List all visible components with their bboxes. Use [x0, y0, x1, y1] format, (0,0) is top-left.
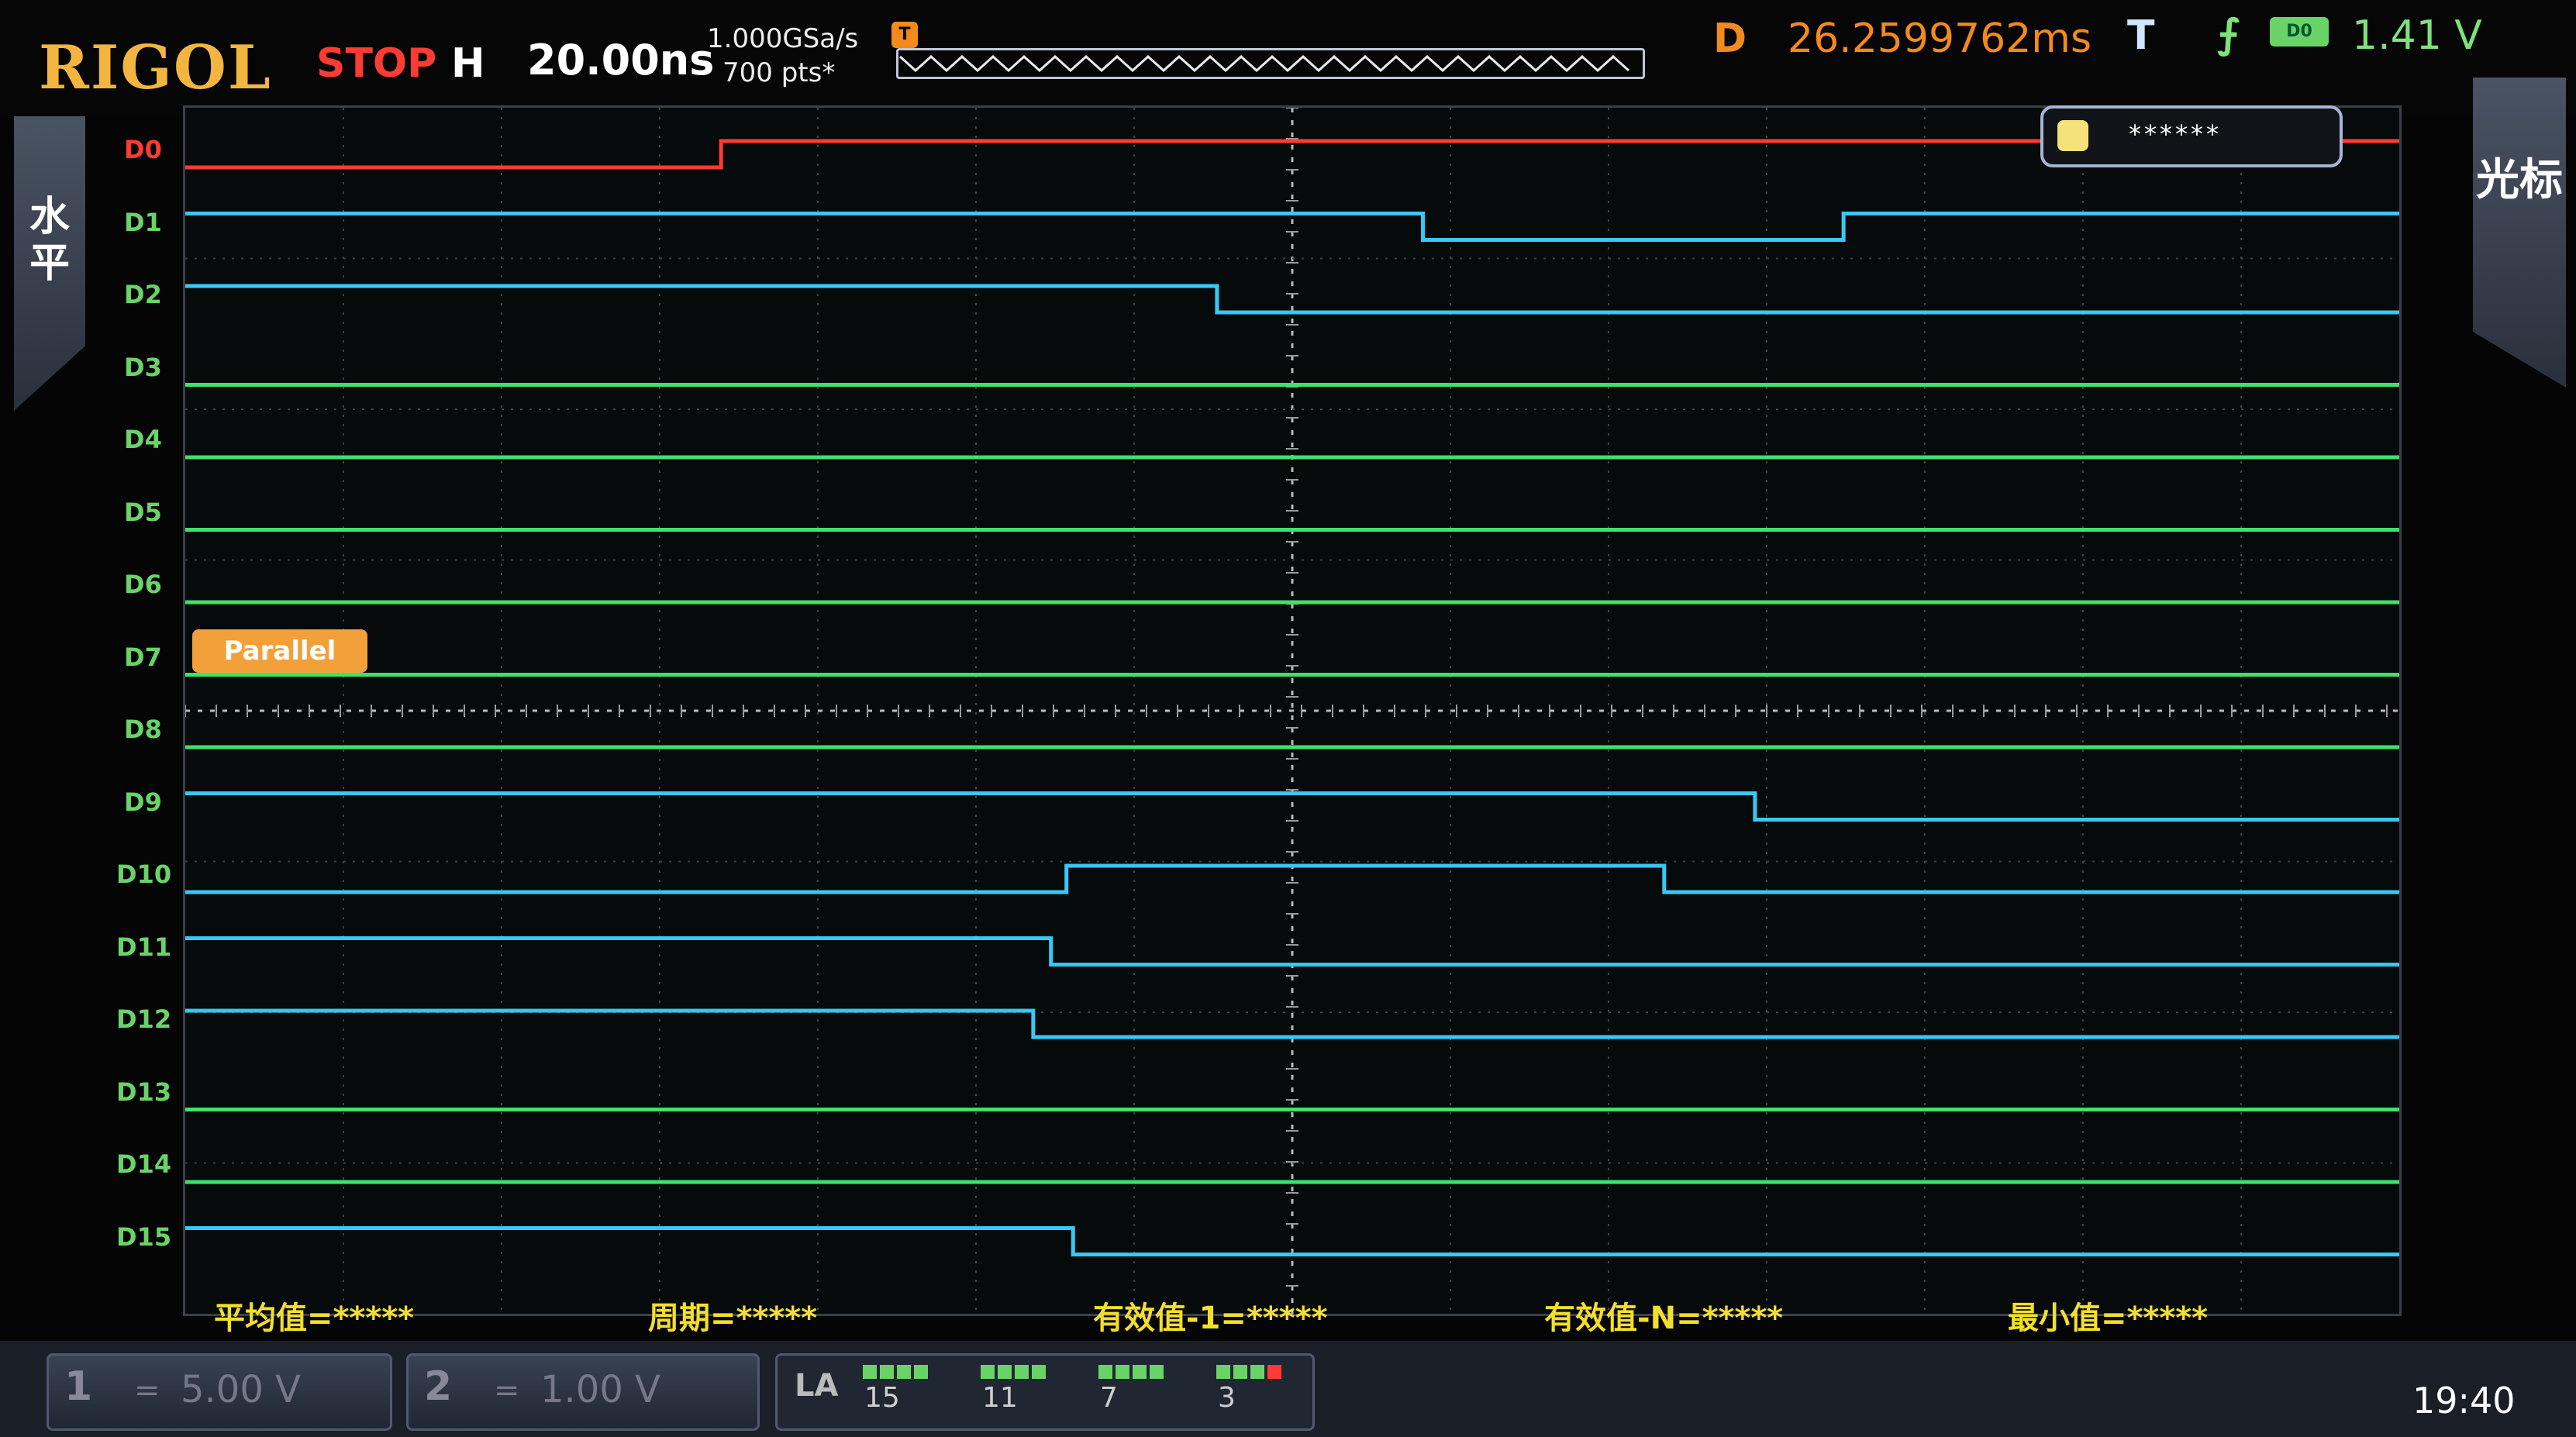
la-group-label-3: 3	[1218, 1382, 1236, 1414]
measurement-minimum[interactable]: 最小值=*****	[2008, 1293, 2208, 1338]
search-icon	[2057, 120, 2088, 151]
trace-D10	[185, 863, 2399, 894]
channel-label-d15: D15	[116, 1222, 172, 1252]
trigger-level[interactable]: 1.41 V	[2352, 12, 2482, 59]
trigger-source[interactable]: D0	[2270, 17, 2329, 47]
memory-waveform-preview	[898, 54, 1630, 73]
channel-label-d14: D14	[116, 1149, 172, 1179]
memory-overview-bar	[896, 48, 1645, 79]
channel-1-coupling: =	[134, 1373, 160, 1408]
channel-2-coupling: =	[494, 1373, 520, 1408]
trigger-label: T	[2127, 12, 2155, 59]
channel-label-d13: D13	[116, 1077, 172, 1107]
channel-label-d8: D8	[124, 715, 162, 744]
horizontal-menu-label: 水平	[29, 194, 70, 287]
trace-D15	[185, 1226, 2399, 1256]
trace-D11	[185, 936, 2399, 967]
trace-D12	[185, 1008, 2399, 1039]
measurement-period[interactable]: 周期=*****	[648, 1293, 817, 1338]
channel-label-d4: D4	[124, 425, 162, 454]
channel-1-box[interactable]: 1 = 5.00 V	[47, 1353, 392, 1431]
logic-analyzer-box[interactable]: LA 15 11 7 3	[775, 1353, 1315, 1431]
channel-2-box[interactable]: 2 = 1.00 V	[406, 1353, 760, 1431]
search-box[interactable]: ******	[2040, 105, 2343, 167]
trace-D1	[185, 212, 2399, 242]
channel-2-scale: 1.00 V	[540, 1368, 660, 1411]
la-group-label-15: 15	[864, 1382, 900, 1414]
measurement-rms-n[interactable]: 有效值-N=*****	[1544, 1293, 1783, 1338]
memory-depth: 700 pts*	[722, 57, 836, 88]
la-group-label-11: 11	[982, 1382, 1018, 1414]
parallel-decode-label[interactable]: Parallel	[192, 629, 367, 673]
channel-label-d0: D0	[124, 135, 162, 164]
waveform-grid[interactable]	[183, 105, 2402, 1316]
channel-label-d7: D7	[124, 642, 162, 672]
delay-value[interactable]: 26.2599762ms	[1788, 16, 2091, 62]
timebase-value[interactable]: 20.00ns	[527, 36, 714, 84]
la-group-label-7: 7	[1100, 1382, 1118, 1414]
run-state[interactable]: STOP	[316, 40, 436, 87]
trigger-position-marker: T	[891, 22, 918, 48]
channel-label-d11: D11	[116, 932, 172, 962]
channel-label-d5: D5	[124, 497, 162, 527]
trace-D9	[185, 791, 2399, 822]
horizontal-menu-tab[interactable]: 水平	[14, 116, 85, 411]
cursor-menu-tab[interactable]: 光标	[2473, 78, 2566, 388]
oscilloscope-screen: RIGOL STOP H 20.00ns 1.000GSa/s 700 pts*…	[0, 0, 2576, 1437]
channel-label-d6: D6	[124, 570, 162, 599]
channel-2-number: 2	[424, 1363, 453, 1410]
delay-label: D	[1713, 16, 1747, 62]
la-group-11	[981, 1365, 1049, 1382]
la-group-15	[863, 1365, 931, 1382]
horizontal-badge: H	[451, 40, 485, 87]
search-value: ******	[2129, 119, 2222, 149]
sample-rate: 1.000GSa/s	[707, 23, 859, 54]
measurement-rms-1[interactable]: 有效值-1=*****	[1093, 1293, 1328, 1338]
channel-label-d9: D9	[124, 787, 162, 817]
channel-label-d3: D3	[124, 352, 162, 382]
la-label: LA	[795, 1368, 839, 1404]
trace-D2	[185, 284, 2399, 315]
channel-label-d2: D2	[124, 280, 162, 309]
brand-logo: RIGOL	[39, 33, 272, 103]
channel-label-d12: D12	[116, 1005, 172, 1034]
channel-label-d10: D10	[116, 860, 172, 889]
rising-edge-icon: ⨍	[2217, 11, 2240, 57]
channel-1-number: 1	[64, 1363, 93, 1410]
la-group-3	[1216, 1365, 1285, 1382]
status-bar: RIGOL STOP H 20.00ns 1.000GSa/s 700 pts*…	[0, 0, 2576, 116]
digital-traces	[185, 139, 2399, 1256]
channel-1-scale: 5.00 V	[181, 1368, 301, 1411]
measurement-average[interactable]: 平均值=*****	[214, 1293, 414, 1338]
la-group-7	[1098, 1365, 1167, 1382]
cursor-menu-label: 光标	[2476, 155, 2563, 205]
clock: 19:40	[2412, 1380, 2516, 1421]
channel-label-d1: D1	[124, 207, 162, 237]
